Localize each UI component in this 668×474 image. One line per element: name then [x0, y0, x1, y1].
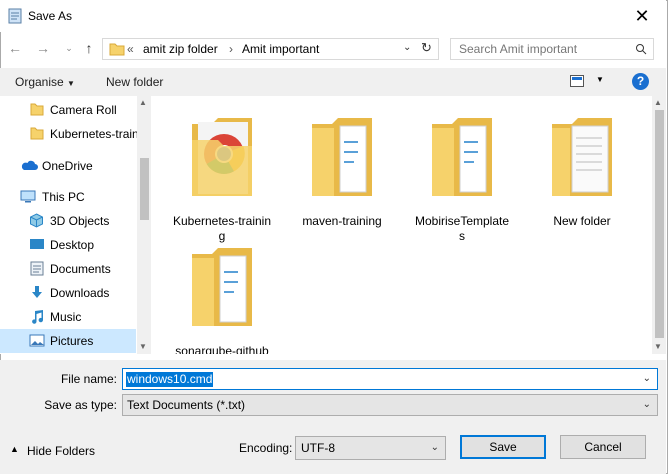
recent-dropdown-icon[interactable]: ⌄ — [60, 38, 78, 58]
music-icon — [32, 310, 44, 324]
organise-button[interactable]: Organise ▼ — [15, 75, 75, 89]
chevron-down-icon: ⌄ — [430, 442, 439, 453]
sidebar-item-documents[interactable]: Documents — [0, 257, 136, 281]
sidebar-item-downloads[interactable]: Downloads — [0, 281, 136, 305]
cloud-icon — [21, 160, 38, 170]
navigation-scrollbar[interactable] — [137, 96, 151, 354]
sidebar-item-onedrive[interactable]: OneDrive — [0, 154, 136, 178]
encoding-label: Encoding: — [239, 441, 293, 455]
sidebar-item-label: OneDrive — [42, 159, 93, 173]
encoding-select[interactable]: UTF-8 ⌄ — [295, 436, 446, 460]
sidebar-item-label: 3D Objects — [50, 214, 110, 228]
new-folder-button[interactable]: New folder — [106, 75, 163, 89]
file-name-label: File name: — [60, 372, 117, 386]
title-bar[interactable] — [0, 0, 666, 32]
search-icon[interactable] — [635, 43, 647, 55]
file-name: MobiriseTemplates — [414, 214, 510, 243]
address-bar[interactable]: « amit zip folder › Amit important ⌄ ↻ — [102, 38, 439, 60]
file-name: New folder — [553, 214, 611, 228]
computer-icon — [20, 190, 36, 203]
search-box[interactable]: Search Amit important — [450, 38, 654, 60]
back-arrow-icon[interactable]: ← — [6, 38, 24, 58]
sidebar-item-this-pc[interactable]: This PC — [0, 185, 136, 209]
sidebar-item-label: Downloads — [50, 286, 110, 300]
file-item[interactable]: sonarqube-github — [172, 236, 272, 354]
navigation-scrollbar-thumb[interactable] — [140, 158, 149, 220]
cancel-button[interactable]: Cancel — [560, 435, 646, 459]
sidebar-item-label: Documents — [50, 262, 111, 276]
notepad-icon — [8, 8, 22, 24]
folder-docs-icon — [432, 118, 492, 196]
scroll-down-icon[interactable]: ▼ — [654, 342, 662, 351]
folder-icon — [109, 43, 125, 56]
organise-label: Organise — [15, 75, 64, 89]
hide-folders-button[interactable]: Hide Folders — [27, 444, 95, 458]
search-placeholder: Search Amit important — [459, 42, 578, 56]
breadcrumb-overflow[interactable]: « — [127, 42, 134, 56]
sidebar-item-label: Music — [50, 310, 82, 324]
folder-docs-icon — [192, 248, 252, 326]
sidebar-item-pictures[interactable]: Pictures — [0, 329, 136, 353]
sidebar-item-music[interactable]: Music — [0, 305, 136, 329]
sidebar-item-label: This PC — [42, 190, 85, 204]
file-name-field[interactable]: windows10.cmd ⌄ — [122, 368, 658, 390]
file-list: Kubernetes-training maven-training Mobir… — [152, 96, 652, 354]
breadcrumb-item[interactable]: Amit important — [242, 42, 319, 56]
view-dropdown-icon[interactable]: ▼ — [596, 75, 604, 84]
file-name-value: windows10.cmd — [126, 372, 214, 387]
folder-icon — [30, 103, 44, 116]
view-options-icon[interactable] — [570, 75, 584, 90]
up-arrow-icon[interactable]: ↑ — [80, 38, 98, 58]
folder-docs-icon — [312, 118, 372, 196]
download-icon — [32, 286, 42, 298]
file-name: sonarqube-github — [175, 344, 269, 354]
window-title: Save As — [28, 9, 73, 23]
file-list-scrollbar-thumb[interactable] — [655, 110, 664, 338]
chevron-down-icon: ⌄ — [642, 399, 651, 410]
documents-icon — [30, 261, 44, 276]
scroll-up-icon[interactable]: ▲ — [654, 98, 662, 107]
folder-icon — [30, 127, 44, 140]
chevron-up-icon[interactable]: ▲ — [10, 444, 19, 454]
sidebar-item-3d-objects[interactable]: 3D Objects — [0, 209, 136, 233]
file-item[interactable]: maven-training — [292, 106, 392, 246]
forward-arrow-icon[interactable]: → — [34, 38, 52, 58]
breadcrumb-separator: › — [229, 42, 233, 56]
address-dropdown-icon[interactable]: ⌄ — [403, 42, 411, 53]
breadcrumb-item[interactable]: amit zip folder — [143, 42, 218, 56]
save-button[interactable]: Save — [460, 435, 546, 459]
toolbar — [0, 68, 666, 96]
scroll-up-icon[interactable]: ▲ — [139, 98, 147, 107]
sidebar-item-label: Kubernetes-train — [50, 127, 139, 141]
file-item[interactable]: MobiriseTemplates — [412, 106, 512, 246]
save-type-value: Text Documents (*.txt) — [127, 398, 246, 412]
chevron-down-icon[interactable]: ⌄ — [643, 373, 651, 384]
sidebar-item-desktop[interactable]: Desktop — [0, 233, 136, 257]
desktop-icon — [30, 239, 44, 249]
help-icon[interactable]: ? — [632, 73, 649, 90]
sidebar-item-label: Camera Roll — [50, 103, 117, 117]
encoding-value: UTF-8 — [301, 441, 335, 455]
cube-icon — [30, 213, 43, 228]
chrome-folder-icon — [192, 118, 252, 196]
scroll-down-icon[interactable]: ▼ — [139, 342, 147, 351]
save-type-select[interactable]: Text Documents (*.txt) ⌄ — [122, 394, 658, 416]
file-item[interactable]: Kubernetes-training — [172, 106, 272, 246]
refresh-icon[interactable]: ↻ — [421, 40, 432, 56]
sidebar-item-camera-roll[interactable]: Camera Roll — [0, 98, 136, 122]
close-button[interactable]: ✕ — [630, 4, 654, 28]
sidebar-item-label: Pictures — [50, 334, 94, 348]
file-name: maven-training — [302, 214, 382, 228]
file-item[interactable]: New folder — [532, 106, 632, 246]
folder-paper-icon — [552, 118, 612, 196]
save-type-label: Save as type: — [44, 398, 117, 412]
sidebar-item-label: Desktop — [50, 238, 95, 252]
navigation-pane: Camera Roll Kubernetes-train OneDrive Th… — [0, 96, 150, 354]
chevron-down-icon: ▼ — [67, 79, 75, 88]
sidebar-item-kubernetes[interactable]: Kubernetes-train — [0, 122, 139, 146]
pictures-icon — [29, 334, 45, 347]
